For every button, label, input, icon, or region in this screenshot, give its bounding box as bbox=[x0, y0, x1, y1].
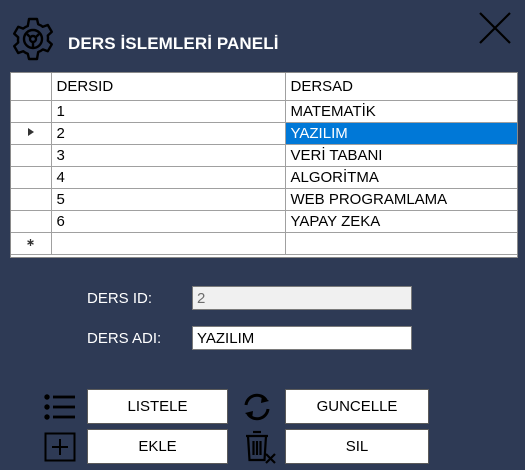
delete-icon bbox=[246, 430, 276, 464]
gear-icon bbox=[13, 17, 53, 61]
grid-header-row: DERSID DERSAD bbox=[11, 73, 517, 101]
cell-dersid[interactable]: 5 bbox=[51, 188, 286, 211]
cell-dersad[interactable]: MATEMATİK bbox=[285, 100, 517, 123]
cell-dersid[interactable]: 6 bbox=[51, 210, 286, 233]
cell-dersad[interactable]: YAPAY ZEKA bbox=[285, 210, 517, 233]
row-header-corner bbox=[11, 73, 52, 101]
row-header[interactable] bbox=[11, 144, 52, 167]
row-header-new[interactable] bbox=[11, 232, 52, 255]
close-icon[interactable] bbox=[477, 10, 513, 46]
list-icon bbox=[44, 394, 75, 420]
cell-dersad[interactable]: WEB PROGRAMLAMA bbox=[285, 188, 517, 211]
current-row-arrow-icon bbox=[27, 128, 34, 136]
window-title: DERS İSLEMLERİ PANELİ bbox=[68, 34, 279, 53]
cell-dersad[interactable]: VERİ TABANI bbox=[285, 144, 517, 167]
row-header[interactable] bbox=[11, 166, 52, 189]
column-header-dersid[interactable]: DERSID bbox=[51, 73, 286, 101]
cell-dersid[interactable]: 3 bbox=[51, 144, 286, 167]
row-header[interactable] bbox=[11, 188, 52, 211]
cell-dersad-selected[interactable]: YAZILIM bbox=[285, 122, 517, 145]
row-header[interactable] bbox=[11, 210, 52, 233]
column-header-dersad[interactable]: DERSAD bbox=[285, 73, 517, 101]
row-header[interactable] bbox=[11, 100, 52, 123]
cell-new-dersid[interactable] bbox=[51, 232, 286, 255]
table-row-selected[interactable]: 2 YAZILIM bbox=[11, 122, 517, 145]
cell-dersid[interactable]: 2 bbox=[51, 122, 286, 145]
ekle-button[interactable]: EKLE bbox=[87, 429, 228, 464]
ders-adi-field[interactable] bbox=[192, 326, 412, 350]
cell-new-dersad[interactable] bbox=[285, 232, 517, 255]
ders-adi-label: DERS ADI: bbox=[87, 330, 162, 347]
cell-dersad[interactable]: ALGORİTMA bbox=[285, 166, 517, 189]
table-row[interactable]: 3 VERİ TABANI bbox=[11, 144, 517, 167]
listele-button[interactable]: LISTELE bbox=[87, 389, 228, 424]
row-header-current[interactable] bbox=[11, 122, 52, 145]
new-row-asterisk-icon bbox=[27, 239, 35, 246]
courses-grid[interactable]: DERSID DERSAD 1 MATEMATİK 2 YAZILIM 3 VE… bbox=[10, 72, 518, 258]
table-row[interactable]: 4 ALGORİTMA bbox=[11, 166, 517, 189]
add-box-icon bbox=[44, 432, 76, 462]
cell-dersid[interactable]: 4 bbox=[51, 166, 286, 189]
table-row[interactable]: 1 MATEMATİK bbox=[11, 100, 517, 123]
guncelle-button[interactable]: GUNCELLE bbox=[285, 389, 429, 424]
table-row[interactable]: 6 YAPAY ZEKA bbox=[11, 210, 517, 233]
sil-button[interactable]: SIL bbox=[285, 429, 429, 464]
table-row[interactable]: 5 WEB PROGRAMLAMA bbox=[11, 188, 517, 211]
ders-id-label: DERS ID: bbox=[87, 290, 153, 307]
refresh-icon bbox=[244, 393, 270, 421]
cell-dersid[interactable]: 1 bbox=[51, 100, 286, 123]
ders-id-field[interactable] bbox=[192, 286, 412, 310]
new-row[interactable] bbox=[11, 232, 517, 255]
